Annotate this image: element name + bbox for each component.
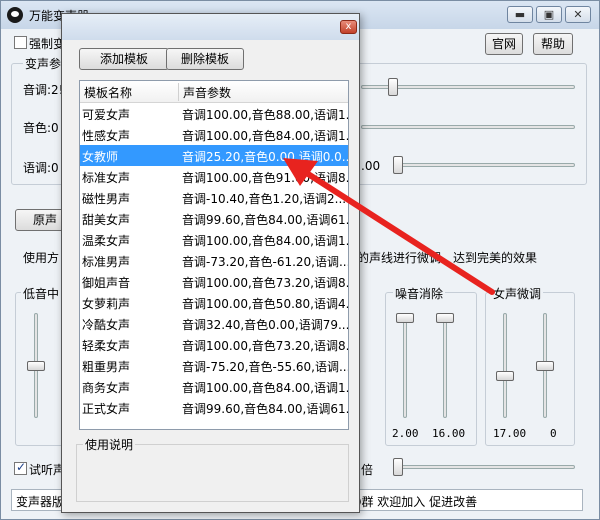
annotation-arrow [283, 158, 495, 295]
arrow-head-icon [283, 158, 318, 186]
arrow-shaft [302, 169, 495, 295]
